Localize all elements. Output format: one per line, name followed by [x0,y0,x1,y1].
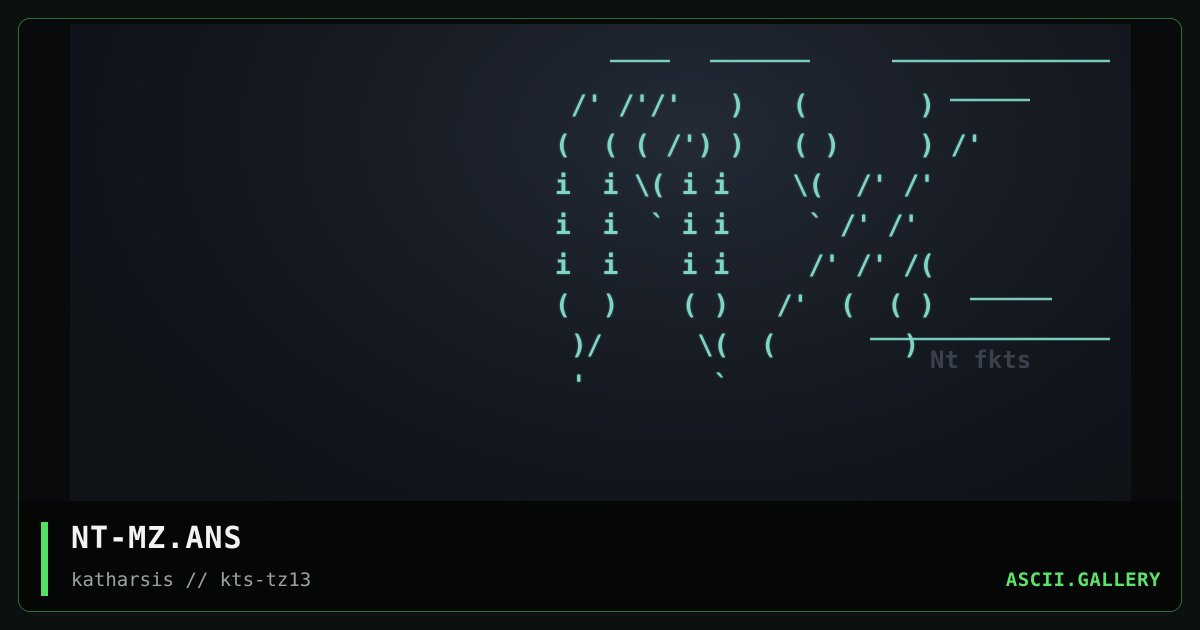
file-credit[interactable]: katharsis // kts-tz13 [71,569,311,591]
gallery-card[interactable]: /' /'/' ) ( ) ( ( ( /') ) ( ) ) /' i i \… [18,18,1182,612]
file-title[interactable]: NT-MZ.ANS [71,521,243,556]
share-card-page: /' /'/' ) ( ) ( ( ( /') ) ( ) ) /' i i \… [0,0,1200,630]
card-footer: NT-MZ.ANS katharsis // kts-tz13 ASCII.GA… [19,501,1181,611]
art-signature: Nt fkts [930,346,1032,374]
accent-bar [41,522,48,596]
ascii-art-text: /' /'/' ) ( ) ( ( ( /') ) ( ) ) /' i i \… [555,91,983,401]
brand-link[interactable]: ASCII.GALLERY [1006,569,1161,591]
ansi-artwork-preview[interactable]: /' /'/' ) ( ) ( ( ( /') ) ( ) ) /' i i \… [70,24,1131,502]
